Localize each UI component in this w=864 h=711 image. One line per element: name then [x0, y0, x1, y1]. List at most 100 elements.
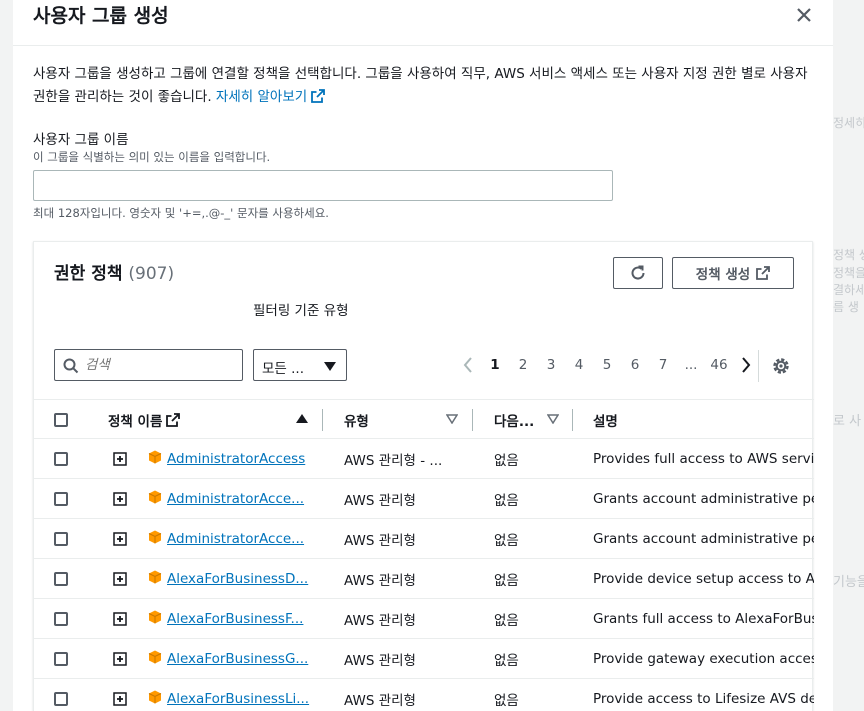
column-header-used-as[interactable]: 다음...	[494, 400, 534, 440]
learn-more-label: 자세히 알아보기	[215, 89, 308, 105]
sort-icon[interactable]	[446, 414, 458, 424]
expand-icon[interactable]	[113, 492, 127, 506]
managed-policy-icon	[148, 450, 162, 464]
table-row[interactable]: AlexaForBusinessLi... AWS 관리형 없음 Provide ac…	[34, 679, 814, 711]
column-divider	[472, 409, 473, 431]
policy-description: Provide access to Lifesize AVS devic	[593, 691, 814, 707]
policy-type: AWS 관리형	[344, 693, 416, 709]
page-5[interactable]: 5	[593, 357, 621, 373]
table-row[interactable]: AlexaForBusinessF... AWS 관리형 없음 Grants full…	[34, 599, 814, 639]
modal-title: 사용자 그룹 생성	[33, 5, 169, 27]
policy-name-link[interactable]: AdministratorAcce...	[167, 491, 304, 507]
policy-name-link[interactable]: AdministratorAccess	[167, 451, 305, 467]
sort-ascending-icon[interactable]	[296, 414, 308, 424]
column-header-description[interactable]: 설명	[593, 400, 618, 440]
search-input[interactable]	[85, 352, 235, 378]
create-policy-button[interactable]: 정책 생성	[672, 257, 794, 289]
expand-icon[interactable]	[113, 652, 127, 666]
pagination-divider	[758, 350, 759, 382]
row-checkbox[interactable]	[54, 532, 68, 546]
policy-used-as: 없음	[494, 693, 519, 709]
page-3[interactable]: 3	[537, 357, 565, 373]
close-icon	[797, 8, 811, 22]
expand-icon[interactable]	[113, 692, 127, 706]
preferences-button[interactable]	[771, 356, 791, 376]
filter-type-select[interactable]: 모든 ...	[253, 349, 347, 381]
managed-policy-icon	[148, 610, 162, 624]
policy-search[interactable]	[54, 349, 243, 381]
policy-used-as: 없음	[494, 573, 519, 589]
select-all-checkbox[interactable]	[54, 413, 68, 427]
close-button[interactable]	[793, 4, 815, 26]
column-header-name[interactable]: 정책 이름	[108, 400, 181, 440]
expand-icon[interactable]	[113, 572, 127, 586]
external-link-icon	[166, 413, 181, 427]
refresh-button[interactable]	[613, 257, 663, 289]
background-text: 정책을	[833, 266, 864, 280]
row-checkbox[interactable]	[54, 692, 68, 706]
policy-name-link[interactable]: AlexaForBusinessD...	[167, 571, 308, 587]
page-6[interactable]: 6	[621, 357, 649, 373]
page-4[interactable]: 4	[565, 357, 593, 373]
managed-policy-icon	[148, 530, 162, 544]
policy-type: AWS 관리형 - ...	[344, 453, 443, 469]
background-page: 정세히 정책 생 정책을 결하세 름 생 로 사 기능을	[833, 0, 864, 711]
table-row[interactable]: AlexaForBusinessD... AWS 관리형 없음 Provide dev…	[34, 559, 814, 599]
page-1[interactable]: 1	[481, 357, 509, 373]
table-row[interactable]: AdministratorAcce... AWS 관리형 없음 Grants acco…	[34, 479, 814, 519]
policy-description: Grants full access to AlexaForBusin	[593, 611, 814, 627]
page-46[interactable]: 46	[705, 357, 733, 373]
table-row[interactable]: AlexaForBusinessG... AWS 관리형 없음 Provide gat…	[34, 639, 814, 679]
modal-description: 사용자 그룹을 생성하고 그룹에 연결할 정책을 선택합니다. 그룹을 사용하여…	[33, 63, 813, 109]
policy-type: AWS 관리형	[344, 613, 416, 629]
policy-name-link[interactable]: AdministratorAcce...	[167, 531, 304, 547]
create-policy-label: 정책 생성	[695, 267, 751, 283]
page-2[interactable]: 2	[509, 357, 537, 373]
group-name-label: 사용자 그룹 이름	[33, 132, 129, 148]
expand-icon[interactable]	[113, 452, 127, 466]
filter-type-label: 필터링 기준 유형	[253, 303, 349, 319]
page-7[interactable]: 7	[649, 357, 677, 373]
policy-type: AWS 관리형	[344, 493, 416, 509]
policy-count: (907)	[128, 264, 175, 284]
row-checkbox[interactable]	[54, 652, 68, 666]
policy-used-as: 없음	[494, 533, 519, 549]
policy-name-link[interactable]: AlexaForBusinessF...	[167, 611, 303, 627]
next-page-button[interactable]	[733, 357, 759, 373]
column-divider	[572, 409, 573, 431]
description-text: 사용자 그룹을 생성하고 그룹에 연결할 정책을 선택합니다. 그룹을 사용하여…	[33, 66, 808, 105]
background-text: 기능을	[833, 575, 864, 590]
managed-policy-icon	[148, 570, 162, 584]
page-ellipsis: ...	[684, 357, 698, 373]
learn-more-link[interactable]: 자세히 알아보기	[215, 89, 326, 105]
row-checkbox[interactable]	[54, 492, 68, 506]
policy-used-as: 없음	[494, 613, 519, 629]
caret-down-icon	[324, 362, 336, 371]
gear-icon	[773, 358, 789, 374]
expand-icon[interactable]	[113, 532, 127, 546]
pagination: 1 2 3 4 5 6 7 ... 46	[455, 353, 759, 377]
chevron-left-icon	[463, 357, 472, 373]
table-row[interactable]: AdministratorAcce... AWS 관리형 없음 Grants acco…	[34, 519, 814, 559]
policy-name-link[interactable]: AlexaForBusinessG...	[167, 651, 308, 667]
external-link-icon	[756, 266, 771, 280]
row-checkbox[interactable]	[54, 572, 68, 586]
background-text: 결하세	[833, 283, 864, 297]
policy-name-link[interactable]: AlexaForBusinessLi...	[167, 691, 309, 707]
table-body: AdministratorAccess AWS 관리형 - ... 없음 Provid…	[34, 439, 814, 711]
policy-type: AWS 관리형	[344, 653, 416, 669]
column-name-label: 정책 이름	[108, 414, 163, 430]
search-icon	[63, 358, 79, 374]
row-checkbox[interactable]	[54, 612, 68, 626]
sort-icon[interactable]	[547, 414, 559, 424]
column-divider	[322, 409, 323, 431]
policy-used-as: 없음	[494, 453, 519, 469]
column-header-type[interactable]: 유형	[344, 400, 369, 440]
expand-icon[interactable]	[113, 612, 127, 626]
group-name-input[interactable]	[33, 170, 613, 201]
row-checkbox[interactable]	[54, 452, 68, 466]
previous-page-button[interactable]	[455, 357, 481, 373]
table-row[interactable]: AdministratorAccess AWS 관리형 - ... 없음 Provid…	[34, 439, 814, 479]
background-left-strip	[0, 0, 13, 711]
managed-policy-icon	[148, 490, 162, 504]
